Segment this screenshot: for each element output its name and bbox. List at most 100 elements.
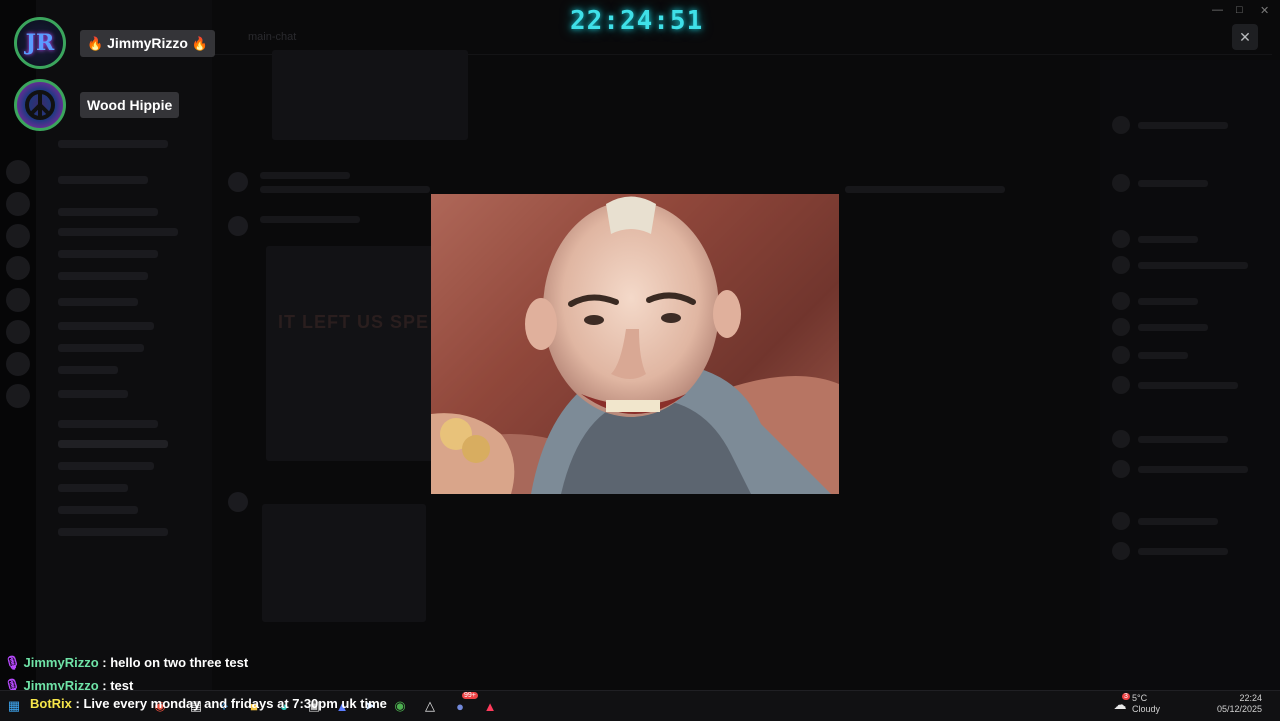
server-icon[interactable]	[6, 288, 30, 312]
server-icon[interactable]	[6, 320, 30, 344]
discord-icon[interactable]: ● 99+	[450, 692, 478, 716]
channel-item[interactable]	[58, 322, 154, 330]
member-name[interactable]	[1138, 262, 1248, 269]
avatar[interactable]	[228, 216, 248, 236]
window-close-icon[interactable]: ✕	[1260, 4, 1269, 17]
channel-item[interactable]	[58, 462, 154, 470]
weather-widget[interactable]: 5°C Cloudy	[1132, 693, 1160, 715]
photo-of-person	[431, 194, 839, 494]
channel-item[interactable]	[58, 366, 118, 374]
video-embed[interactable]: IT LEFT US SPE	[266, 246, 436, 461]
member-name[interactable]	[1138, 518, 1218, 525]
bot-ticker: BotRix : Live every monday and fridays a…	[30, 696, 387, 711]
member-avatar[interactable]	[1112, 346, 1130, 364]
close-icon[interactable]: ✕	[1232, 24, 1258, 50]
channel-item[interactable]	[58, 390, 128, 398]
start-icon[interactable]: ▦	[4, 696, 24, 716]
channel-item[interactable]	[58, 506, 138, 514]
member-avatar[interactable]	[1112, 512, 1130, 530]
avatar: JR	[14, 17, 66, 69]
ticker-username: BotRix	[30, 696, 72, 711]
voice-user-jimmyrizzo: JR 🔥 JimmyRizzo 🔥	[14, 17, 216, 69]
image-embed[interactable]	[262, 504, 426, 622]
channel-item[interactable]	[58, 344, 144, 352]
peace-sign-icon	[25, 90, 55, 120]
channel-item[interactable]	[58, 272, 148, 280]
channel-item[interactable]	[58, 298, 138, 306]
member-name[interactable]	[1138, 324, 1208, 331]
channel-item[interactable]	[58, 484, 128, 492]
message-line	[845, 186, 1005, 193]
channel-item[interactable]	[58, 228, 178, 236]
member-avatar[interactable]	[1112, 292, 1130, 310]
member-name[interactable]	[1138, 236, 1198, 243]
channel-title: main-chat	[248, 31, 297, 43]
member-avatar[interactable]	[1112, 430, 1130, 448]
member-avatar[interactable]	[1112, 376, 1130, 394]
member-avatar[interactable]	[1112, 542, 1130, 560]
message-line	[260, 172, 350, 179]
server-icon[interactable]	[6, 192, 30, 216]
member-name[interactable]	[1138, 352, 1188, 359]
member-name[interactable]	[1138, 466, 1248, 473]
weather-condition: Cloudy	[1132, 704, 1161, 714]
voice-user-name: Wood Hippie	[87, 97, 173, 113]
chat-message: 🎙 JimmyRizzo : hello on two three test	[4, 655, 248, 671]
avatar	[14, 79, 66, 131]
voice-user-name-badge: 🔥 JimmyRizzo 🔥	[80, 29, 216, 57]
chat-text: hello on two three test	[110, 655, 249, 670]
member-avatar[interactable]	[1112, 230, 1130, 248]
channel-item[interactable]	[58, 176, 148, 184]
member-name[interactable]	[1138, 122, 1228, 129]
chrome-icon[interactable]: ◉	[390, 696, 410, 716]
server-icon[interactable]	[6, 256, 30, 280]
channel-item-main-chat[interactable]	[58, 440, 168, 448]
member-avatar[interactable]	[1112, 174, 1130, 192]
channel-item[interactable]	[58, 528, 168, 536]
stream-clock: 22:24:51	[570, 6, 704, 36]
notification-badge: 99+	[462, 692, 478, 699]
system-clock[interactable]: 22:24 05/12/2025	[1210, 693, 1262, 715]
ticker-text: Live every monday and fridays at 7:30pm …	[83, 696, 387, 711]
member-name[interactable]	[1138, 382, 1238, 389]
avatar[interactable]	[228, 492, 248, 512]
channel-item[interactable]	[58, 208, 158, 216]
channel-item[interactable]	[58, 140, 168, 148]
weather-temp: 5°C	[1132, 693, 1148, 703]
member-avatar[interactable]	[1112, 116, 1130, 134]
server-icon[interactable]	[6, 224, 30, 248]
fire-icon: 🔥	[87, 35, 104, 51]
obs-icon[interactable]: △	[420, 696, 440, 716]
system-time: 22:24	[1239, 693, 1262, 703]
server-icon[interactable]	[6, 352, 30, 376]
channel-item[interactable]	[58, 420, 158, 428]
maximize-icon[interactable]: □	[1236, 4, 1243, 16]
avatar[interactable]	[228, 172, 248, 192]
member-avatar[interactable]	[1112, 460, 1130, 478]
message-line	[260, 216, 360, 223]
chat-username: JimmyRizzo	[23, 655, 99, 670]
member-name[interactable]	[1138, 298, 1198, 305]
message-line	[260, 186, 430, 193]
member-avatar[interactable]	[1112, 318, 1130, 336]
chat-separator: :	[98, 655, 111, 670]
server-icon[interactable]	[6, 160, 30, 184]
game-icon[interactable]: ▲	[480, 696, 500, 716]
member-name[interactable]	[1138, 180, 1208, 187]
member-name[interactable]	[1138, 436, 1228, 443]
voice-user-name-badge: Wood Hippie	[80, 92, 180, 118]
server-icon[interactable]	[6, 384, 30, 408]
microphone-icon: 🎙	[4, 655, 21, 670]
member-avatar[interactable]	[1112, 256, 1130, 274]
enlarged-image[interactable]	[431, 194, 839, 494]
ticker-separator: :	[71, 696, 84, 711]
member-name[interactable]	[1138, 548, 1228, 555]
system-date: 05/12/2025	[1216, 704, 1262, 714]
member-list	[1100, 60, 1280, 690]
voice-user-wood-hippie: Wood Hippie	[14, 79, 180, 131]
cloud-icon[interactable]: ☁ 3	[1110, 693, 1130, 715]
embed-image[interactable]	[272, 50, 468, 140]
avatar-initials: JR	[25, 30, 55, 56]
channel-item[interactable]	[58, 250, 158, 258]
minimize-icon[interactable]: —	[1212, 4, 1223, 16]
